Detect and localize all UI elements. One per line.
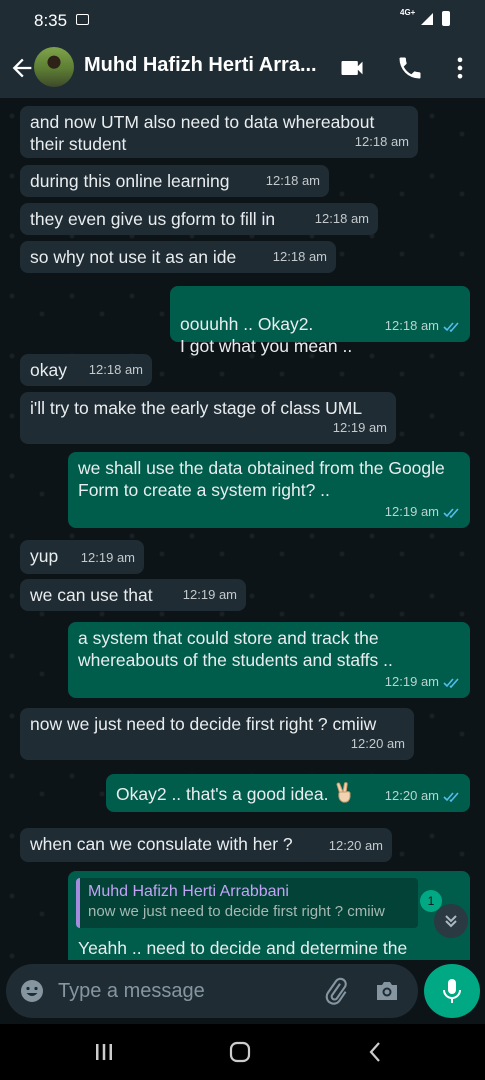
message-text: now we just need to decide first right ?… [30, 714, 377, 734]
quoted-message[interactable]: Muhd Hafizh Herti Arrabbani now we just … [76, 878, 418, 928]
message-text: Okay2 .. that's a good idea. [116, 784, 329, 804]
message-time: 12:18 am [354, 134, 409, 149]
message-incoming[interactable]: we can use that 12:19 am [20, 579, 246, 611]
read-ticks-icon [443, 791, 459, 802]
message-incoming[interactable]: during this online learning 12:18 am [20, 165, 329, 197]
voice-message-button[interactable] [424, 964, 480, 1018]
read-ticks-icon [443, 321, 459, 332]
contact-name[interactable]: Muhd Hafizh Herti Arra... [84, 54, 322, 77]
message-time: 12:19 am [384, 674, 439, 689]
message-outgoing[interactable]: we shall use the data obtained from the … [68, 452, 470, 528]
message-text: during this online learning [30, 171, 230, 191]
message-text: we shall use the data obtained from the … [78, 458, 445, 500]
gallery-notification-icon [76, 14, 89, 25]
message-incoming[interactable]: so why not use it as an ide 12:18 am [20, 241, 336, 273]
victory-hand-emoji-icon [336, 782, 351, 803]
message-text: and now UTM also need to data whereabout… [30, 112, 375, 154]
signal-icon [421, 13, 433, 25]
double-chevron-down-icon [445, 915, 457, 928]
back-nav-icon[interactable] [364, 1040, 388, 1064]
back-arrow-icon[interactable] [8, 54, 36, 82]
quoted-sender: Muhd Hafizh Herti Arrabbani [88, 883, 289, 900]
camera-icon[interactable] [374, 979, 400, 1003]
message-incoming[interactable]: and now UTM also need to data whereabout… [20, 106, 418, 158]
message-time: 12:20 am [328, 838, 383, 853]
microphone-icon [443, 979, 461, 1003]
message-text: they even give us gform to fill in [30, 209, 276, 229]
message-time: 12:18 am [314, 211, 369, 226]
message-incoming[interactable]: they even give us gform to fill in 12:18… [20, 203, 378, 235]
more-options-icon[interactable] [446, 54, 474, 82]
read-ticks-icon [443, 677, 459, 688]
message-time: 12:20 am [384, 788, 439, 803]
chat-header: Muhd Hafizh Herti Arra... [0, 40, 485, 98]
voice-call-icon[interactable] [396, 54, 424, 82]
message-incoming[interactable]: now we just need to decide first right ?… [20, 708, 414, 760]
message-time: 12:18 am [265, 173, 320, 188]
scroll-to-bottom-button[interactable] [434, 904, 468, 938]
system-nav-bar [0, 1024, 485, 1080]
message-text: when can we consulate with her ? [30, 834, 293, 854]
recent-apps-icon[interactable] [92, 1040, 116, 1064]
message-incoming[interactable]: okay 12:18 am [20, 354, 152, 386]
message-time: 12:18 am [88, 362, 143, 377]
battery-icon [442, 11, 450, 26]
network-type: 4G+ [400, 8, 416, 17]
message-text: we can use that [30, 585, 153, 605]
composer-bar: Type a message [0, 960, 485, 1024]
message-incoming[interactable]: yup 12:19 am [20, 540, 144, 574]
attach-icon[interactable] [322, 977, 350, 1005]
message-time: 12:18 am [272, 249, 327, 264]
read-ticks-icon [443, 507, 459, 518]
message-text: yup [30, 546, 59, 566]
message-text: so why not use it as an ide [30, 247, 237, 267]
message-incoming[interactable]: when can we consulate with her ? 12:20 a… [20, 828, 392, 862]
video-call-icon[interactable] [338, 54, 366, 82]
message-text: Yeahh .. need to decide and determine th… [78, 938, 408, 958]
home-icon[interactable] [228, 1040, 252, 1064]
message-time: 12:19 am [80, 550, 135, 565]
message-time: 12:19 am [332, 420, 387, 435]
status-time: 8:35 [34, 11, 68, 30]
message-outgoing[interactable]: a system that could store and track the … [68, 622, 470, 698]
message-outgoing-reply[interactable]: Muhd Hafizh Herti Arrabbani now we just … [68, 871, 470, 960]
status-bar: 8:35 4G+ [0, 0, 485, 40]
emoji-icon[interactable] [20, 979, 44, 1003]
message-text: i'll try to make the early stage of clas… [30, 398, 363, 418]
message-outgoing[interactable]: oouuhh .. Okay2. I got what you mean .. … [170, 286, 470, 356]
message-placeholder: Type a message [58, 980, 205, 1002]
message-input[interactable]: Type a message [6, 964, 418, 1018]
message-time: 12:18 am [384, 318, 439, 333]
message-time: 12:20 am [350, 736, 405, 751]
message-text: a system that could store and track the … [78, 628, 393, 670]
quoted-text: now we just need to decide first right ?… [88, 903, 385, 920]
message-incoming[interactable]: i'll try to make the early stage of clas… [20, 392, 396, 444]
chat-messages[interactable]: and now UTM also need to data whereabout… [0, 98, 485, 960]
contact-avatar[interactable] [34, 47, 74, 87]
message-text: oouuhh .. Okay2. I got what you mean .. [180, 314, 353, 356]
message-time: 12:19 am [384, 504, 439, 519]
message-time: 12:19 am [182, 587, 237, 602]
message-text: okay [30, 360, 67, 380]
message-outgoing[interactable]: Okay2 .. that's a good idea. 12:20 am [106, 774, 470, 812]
